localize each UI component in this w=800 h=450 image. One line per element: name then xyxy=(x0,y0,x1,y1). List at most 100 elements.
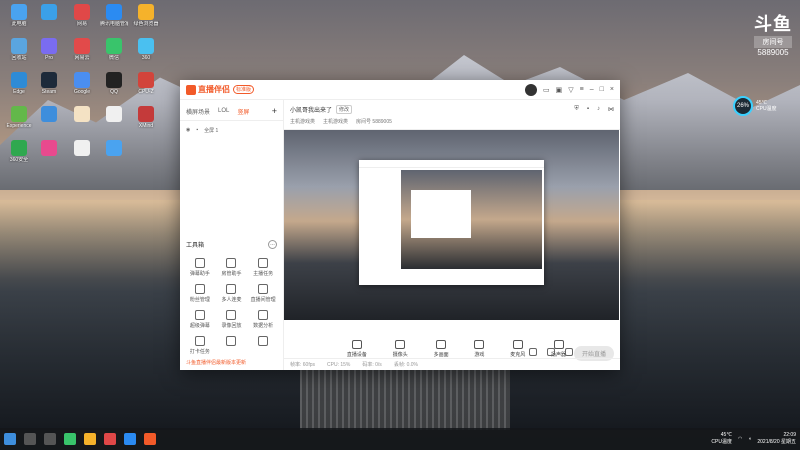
stream-preview[interactable] xyxy=(284,130,619,320)
search-icon[interactable] xyxy=(24,433,36,445)
desktop-app-icon xyxy=(74,38,90,54)
tool-item[interactable] xyxy=(247,336,279,355)
edit-title-button[interactable]: 修改 xyxy=(336,105,353,114)
desktop-icon[interactable]: XMind xyxy=(132,106,160,129)
tool-label: 打卡任务 xyxy=(189,349,210,355)
desktop-icon[interactable]: CPU-Z xyxy=(132,72,160,95)
desktop-icon[interactable] xyxy=(68,106,96,123)
gift-icon[interactable]: ▽ xyxy=(568,86,573,94)
tool-item[interactable]: 数据分析 xyxy=(247,310,279,329)
desktop-icon[interactable] xyxy=(35,4,63,21)
desktop-icon[interactable] xyxy=(100,140,128,157)
share-icon[interactable]: ⋈ xyxy=(608,106,614,113)
tool-item[interactable] xyxy=(216,336,248,355)
start-icon[interactable] xyxy=(4,433,16,445)
desktop-icon[interactable]: 回收站 xyxy=(5,38,33,61)
status-item: 丢帧: 0.0% xyxy=(393,362,418,368)
system-tray: 45℃ CPU温度 ◠ ◖ 22:09 2021/8/20 星期五 xyxy=(711,432,796,446)
minimize-icon[interactable]: – xyxy=(590,86,594,93)
control-button[interactable]: 多画面 xyxy=(434,340,449,358)
network-icon[interactable]: ◠ xyxy=(738,436,742,442)
toolbox-more-icon[interactable]: … xyxy=(268,240,277,249)
desktop-icon[interactable]: QQ xyxy=(100,72,128,95)
desktop-icon[interactable]: 此电脑 xyxy=(5,4,33,27)
message-icon[interactable]: ▭ xyxy=(543,86,550,94)
visibility-icon[interactable]: ◉ xyxy=(186,127,190,134)
browser-icon[interactable] xyxy=(84,433,96,445)
live-companion-window[interactable]: 直播伴侣 标准版 ▭ ▣ ▽ ≡ – □ × 横屏场景 LOL 竖屏 + ◉ ▪… xyxy=(180,80,620,370)
room-category[interactable]: 主机游戏类 xyxy=(290,118,315,125)
control-label: 直播设备 xyxy=(346,352,367,358)
desktop-app-icon xyxy=(74,140,90,156)
desktop-icon[interactable]: 绿色浏览器 xyxy=(132,4,160,27)
menu-icon[interactable]: ≡ xyxy=(580,86,584,93)
desktop-icon[interactable]: 网易 xyxy=(68,4,96,27)
lock-icon[interactable]: ▪ xyxy=(587,106,589,113)
maximize-icon[interactable]: □ xyxy=(600,86,604,93)
app-titlebar[interactable]: 直播伴侣 标准版 ▭ ▣ ▽ ≡ – □ × xyxy=(180,80,620,100)
desktop-icon-label: XMind xyxy=(138,123,154,129)
tab-portrait[interactable]: 竖屏 xyxy=(237,107,249,116)
desktop-app-icon xyxy=(41,38,57,54)
avatar[interactable] xyxy=(525,83,538,96)
watermark-room-number: 5889005 xyxy=(757,48,789,57)
room-subcategory[interactable]: 主机游戏类 xyxy=(323,118,348,125)
control-button[interactable]: 摄像头 xyxy=(393,340,408,358)
tool-item[interactable]: 录像回放 xyxy=(216,310,248,329)
desktop-icon[interactable] xyxy=(68,140,96,157)
desktop-icon[interactable] xyxy=(35,106,63,123)
desktop-icon-label: CPU-Z xyxy=(138,89,154,95)
desktop-icon[interactable]: 腾讯电脑管家 xyxy=(100,4,128,27)
desktop-icon[interactable]: Pro xyxy=(35,38,63,61)
desktop-app-icon xyxy=(11,140,27,156)
desktop-icon[interactable]: Steam xyxy=(35,72,63,95)
shield-icon[interactable]: ⛨ xyxy=(574,106,579,113)
volume-icon[interactable]: ◖ xyxy=(748,436,751,442)
scene-item[interactable]: ◉ ▪ 全屏 1 xyxy=(180,121,283,140)
add-scene-icon[interactable]: + xyxy=(272,106,277,116)
desktop-app-icon xyxy=(106,4,122,20)
qq-icon[interactable] xyxy=(124,433,136,445)
control-button[interactable]: 游戏 xyxy=(474,340,484,358)
desktop-icon-label: 回收站 xyxy=(11,55,27,61)
tool-label: 粉丝管理 xyxy=(189,297,210,303)
close-icon[interactable]: × xyxy=(610,86,614,93)
bell-icon[interactable]: ♪ xyxy=(597,106,600,113)
control-button[interactable]: 麦克风 xyxy=(510,340,525,358)
eye-icon[interactable] xyxy=(547,348,555,356)
clock-date: 2021/8/20 星期五 xyxy=(757,439,796,445)
lock-icon[interactable]: ▪ xyxy=(196,127,198,134)
toolbox-title: 工具箱 xyxy=(186,243,205,249)
tool-item[interactable]: 多人连麦 xyxy=(216,284,248,303)
settings-icon[interactable] xyxy=(565,348,573,356)
desktop-icon[interactable]: 360 xyxy=(132,38,160,61)
tool-item[interactable]: 弹幕助手 xyxy=(184,258,216,277)
tool-item[interactable]: 粉丝管理 xyxy=(184,284,216,303)
control-button[interactable]: 直播设备 xyxy=(347,340,367,358)
desktop-icon[interactable]: 360安全 xyxy=(5,140,33,163)
live-companion-taskbar-icon[interactable] xyxy=(144,433,156,445)
screen-icon[interactable]: ▣ xyxy=(556,86,563,94)
tool-item[interactable]: 超级弹幕 xyxy=(184,310,216,329)
desktop-icon[interactable] xyxy=(35,140,63,157)
tool-item[interactable]: 主播任务 xyxy=(247,258,279,277)
desktop-icon[interactable] xyxy=(100,106,128,123)
clock[interactable]: 22:09 2021/8/20 星期五 xyxy=(757,432,796,446)
desktop-icon[interactable]: Google xyxy=(68,72,96,95)
desktop-icon-label: QQ xyxy=(110,89,118,95)
netease-icon[interactable] xyxy=(104,433,116,445)
cpu-temp-widget[interactable]: 26% 45℃ CPU温度 xyxy=(733,96,777,116)
wechat-icon[interactable] xyxy=(64,433,76,445)
desktop-icon[interactable]: 微信 xyxy=(100,38,128,61)
desktop-icon[interactable]: Edge xyxy=(5,72,33,95)
tab-landscape[interactable]: 横屏场景 xyxy=(186,107,210,116)
tool-item[interactable]: 打卡任务 xyxy=(184,336,216,355)
desktop-icon[interactable]: Experience xyxy=(5,106,33,129)
task-view-icon[interactable] xyxy=(44,433,56,445)
update-notice[interactable]: 斗鱼直播伴侣最新版本更新 xyxy=(186,359,246,366)
tool-item[interactable]: 房管助手 xyxy=(216,258,248,277)
camera-icon[interactable] xyxy=(529,348,537,356)
tab-lol[interactable]: LOL xyxy=(218,108,229,114)
tool-item[interactable]: 直播间管理 xyxy=(247,284,279,303)
desktop-icon[interactable]: 网易云 xyxy=(68,38,96,61)
